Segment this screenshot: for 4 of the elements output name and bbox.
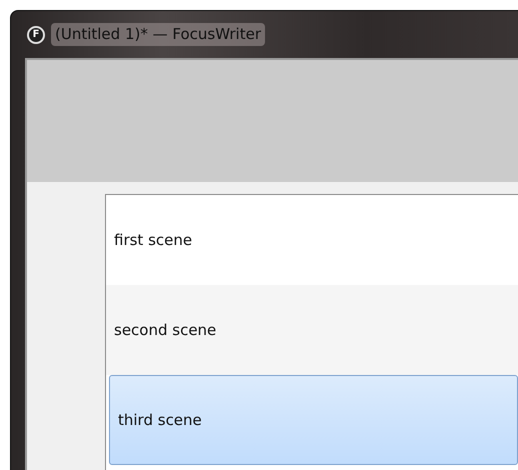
scene-item[interactable]: third scene xyxy=(109,375,518,465)
app-icon[interactable]: F xyxy=(27,26,45,44)
scene-item[interactable]: second scene xyxy=(106,285,518,375)
window-title: (Untitled 1)* — FocusWriter xyxy=(51,23,265,46)
